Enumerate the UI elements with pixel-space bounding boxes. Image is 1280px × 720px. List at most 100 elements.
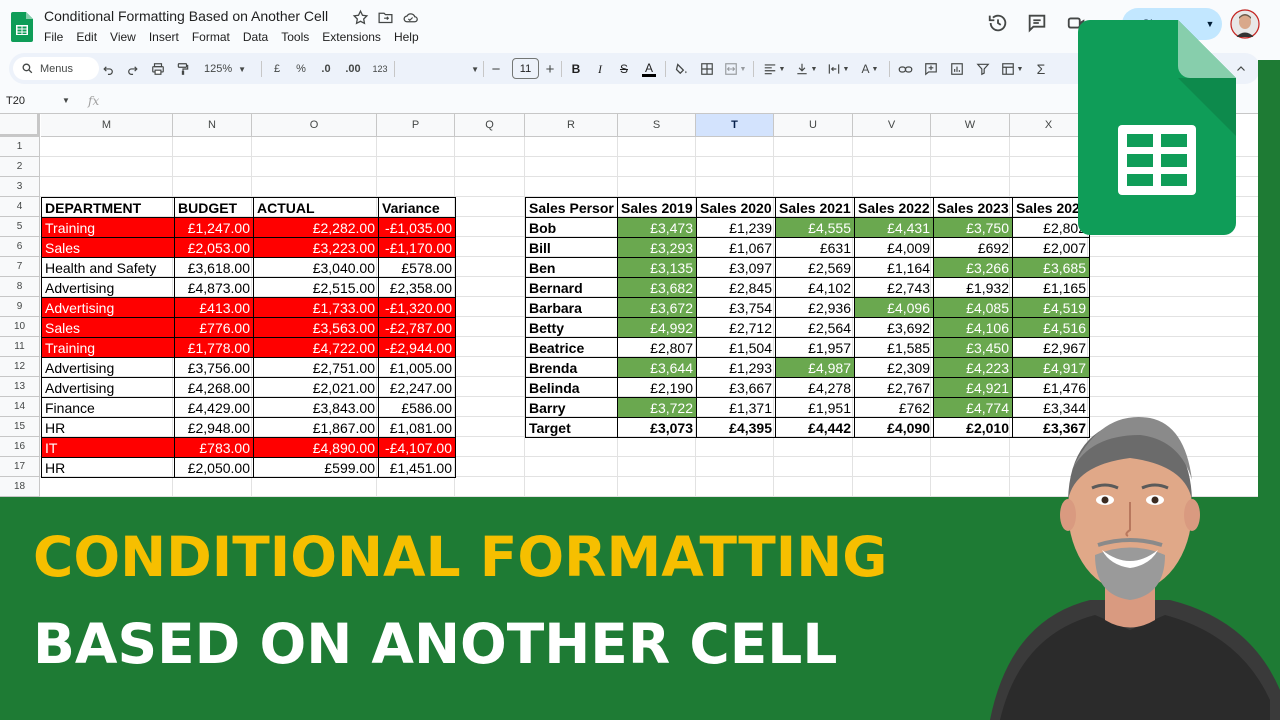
percent-format-button[interactable]: % bbox=[294, 59, 308, 79]
column-header[interactable]: U bbox=[774, 114, 853, 137]
header-sales-2022[interactable]: Sales 2022 bbox=[854, 197, 934, 218]
cell-sales-value[interactable]: £4,987 bbox=[775, 357, 855, 378]
cell-sales-person[interactable]: Bob bbox=[525, 217, 618, 238]
cell-target-label[interactable]: Target bbox=[525, 417, 618, 438]
cell-sales-person[interactable]: Bill bbox=[525, 237, 618, 258]
cell-variance[interactable]: £2,247.00 bbox=[378, 377, 456, 398]
cell-variance[interactable]: -£2,944.00 bbox=[378, 337, 456, 358]
functions-icon[interactable]: Σ bbox=[1033, 59, 1049, 79]
cell-sales-value[interactable]: £3,750 bbox=[933, 217, 1013, 238]
cell-actual[interactable]: £3,843.00 bbox=[253, 397, 379, 418]
bold-icon[interactable]: B bbox=[569, 59, 583, 79]
row-header[interactable]: 8 bbox=[0, 277, 40, 297]
cell-sales-value[interactable]: £4,085 bbox=[933, 297, 1013, 318]
cell-dept[interactable]: HR bbox=[41, 457, 175, 478]
menu-extensions[interactable]: Extensions bbox=[322, 30, 381, 44]
cell-actual[interactable]: £4,722.00 bbox=[253, 337, 379, 358]
cell-target-value[interactable]: £4,395 bbox=[696, 417, 776, 438]
row-header[interactable]: 11 bbox=[0, 337, 40, 357]
cell-sales-value[interactable]: £1,239 bbox=[696, 217, 776, 238]
cell-sales-person[interactable]: Bernard bbox=[525, 277, 618, 298]
cell-sales-value[interactable]: £4,516 bbox=[1012, 317, 1090, 338]
row-header[interactable]: 15 bbox=[0, 417, 40, 437]
menu-tools[interactable]: Tools bbox=[281, 30, 309, 44]
cell-actual[interactable]: £2,282.00 bbox=[253, 217, 379, 238]
row-header[interactable]: 1 bbox=[0, 137, 40, 157]
undo-icon[interactable] bbox=[101, 59, 115, 79]
number-format-button[interactable]: 123 bbox=[370, 59, 390, 79]
row-header[interactable]: 6 bbox=[0, 237, 40, 257]
cell-sales-value[interactable]: £631 bbox=[775, 237, 855, 258]
cell-dept[interactable]: HR bbox=[41, 417, 175, 438]
cell-sales-value[interactable]: £4,555 bbox=[775, 217, 855, 238]
cell-sales-person[interactable]: Beatrice bbox=[525, 337, 618, 358]
cell-sales-person[interactable]: Barbara bbox=[525, 297, 618, 318]
borders-icon[interactable] bbox=[699, 59, 715, 79]
cell-sales-value[interactable]: £2,564 bbox=[775, 317, 855, 338]
cell-sales-value[interactable]: £1,164 bbox=[854, 257, 934, 278]
cell-sales-value[interactable]: £692 bbox=[933, 237, 1013, 258]
cell-sales-value[interactable]: £1,293 bbox=[696, 357, 776, 378]
row-header[interactable]: 4 bbox=[0, 197, 40, 217]
cell-variance[interactable]: £578.00 bbox=[378, 257, 456, 278]
cell-variance[interactable]: £1,451.00 bbox=[378, 457, 456, 478]
column-header[interactable]: N bbox=[173, 114, 252, 137]
cell-sales-value[interactable]: £2,190 bbox=[617, 377, 697, 398]
cell-sales-value[interactable]: £3,135 bbox=[617, 257, 697, 278]
cell-sales-value[interactable]: £3,266 bbox=[933, 257, 1013, 278]
header-department[interactable]: DEPARTMENT bbox=[41, 197, 175, 218]
menu-insert[interactable]: Insert bbox=[149, 30, 179, 44]
valign-icon[interactable]: ▼ bbox=[793, 59, 819, 79]
header-sales-2019[interactable]: Sales 2019 bbox=[617, 197, 697, 218]
decrease-font-size-button[interactable]: − bbox=[489, 59, 503, 79]
fill-color-icon[interactable] bbox=[673, 59, 689, 79]
select-all-corner[interactable] bbox=[0, 114, 40, 137]
cell-actual[interactable]: £2,751.00 bbox=[253, 357, 379, 378]
cell-actual[interactable]: £4,890.00 bbox=[253, 437, 379, 458]
name-box-dropdown-icon[interactable]: ▼ bbox=[62, 96, 70, 105]
star-icon[interactable] bbox=[352, 9, 369, 26]
rotate-icon[interactable]: A ▼ bbox=[857, 59, 883, 79]
cell-sales-person[interactable]: Betty bbox=[525, 317, 618, 338]
cell-budget[interactable]: £3,756.00 bbox=[174, 357, 254, 378]
cell-budget[interactable]: £776.00 bbox=[174, 317, 254, 338]
cell-sales-value[interactable]: £4,519 bbox=[1012, 297, 1090, 318]
cell-sales-value[interactable]: £1,585 bbox=[854, 337, 934, 358]
cell-sales-value[interactable]: £1,951 bbox=[775, 397, 855, 418]
decrease-decimal-button[interactable]: .0 bbox=[317, 59, 335, 79]
menus-search-button[interactable]: Menus bbox=[13, 57, 99, 80]
link-icon[interactable] bbox=[897, 59, 913, 79]
menu-file[interactable]: File bbox=[44, 30, 63, 44]
cell-budget[interactable]: £1,247.00 bbox=[174, 217, 254, 238]
name-box[interactable]: T20 bbox=[6, 95, 25, 107]
increase-font-size-button[interactable]: + bbox=[543, 59, 557, 79]
row-header[interactable]: 16 bbox=[0, 437, 40, 457]
cell-budget[interactable]: £2,948.00 bbox=[174, 417, 254, 438]
comment-icon[interactable] bbox=[1026, 12, 1048, 34]
cell-sales-value[interactable]: £3,667 bbox=[696, 377, 776, 398]
cell-sales-value[interactable]: £1,067 bbox=[696, 237, 776, 258]
paint-format-icon[interactable] bbox=[175, 59, 191, 79]
cell-sales-value[interactable]: £3,097 bbox=[696, 257, 776, 278]
header-sales-2020[interactable]: Sales 2020 bbox=[696, 197, 776, 218]
header-sales-person[interactable]: Sales Persor bbox=[525, 197, 618, 218]
column-header[interactable]: T bbox=[696, 114, 774, 137]
cell-dept[interactable]: Training bbox=[41, 337, 175, 358]
cell-sales-value[interactable]: £4,223 bbox=[933, 357, 1013, 378]
row-header[interactable]: 13 bbox=[0, 377, 40, 397]
row-header[interactable]: 12 bbox=[0, 357, 40, 377]
cell-sales-value[interactable]: £3,692 bbox=[854, 317, 934, 338]
cell-dept[interactable]: Advertising bbox=[41, 297, 175, 318]
italic-icon[interactable]: I bbox=[593, 59, 607, 79]
move-folder-icon[interactable] bbox=[377, 9, 394, 26]
cell-sales-value[interactable]: £4,106 bbox=[933, 317, 1013, 338]
cell-actual[interactable]: £599.00 bbox=[253, 457, 379, 478]
cell-sales-value[interactable]: £2,569 bbox=[775, 257, 855, 278]
cloud-saved-icon[interactable] bbox=[402, 9, 419, 26]
row-header[interactable]: 5 bbox=[0, 217, 40, 237]
cell-budget[interactable]: £413.00 bbox=[174, 297, 254, 318]
cell-sales-value[interactable]: £4,278 bbox=[775, 377, 855, 398]
header-actual[interactable]: ACTUAL bbox=[253, 197, 379, 218]
cell-actual[interactable]: £3,563.00 bbox=[253, 317, 379, 338]
cell-actual[interactable]: £3,040.00 bbox=[253, 257, 379, 278]
